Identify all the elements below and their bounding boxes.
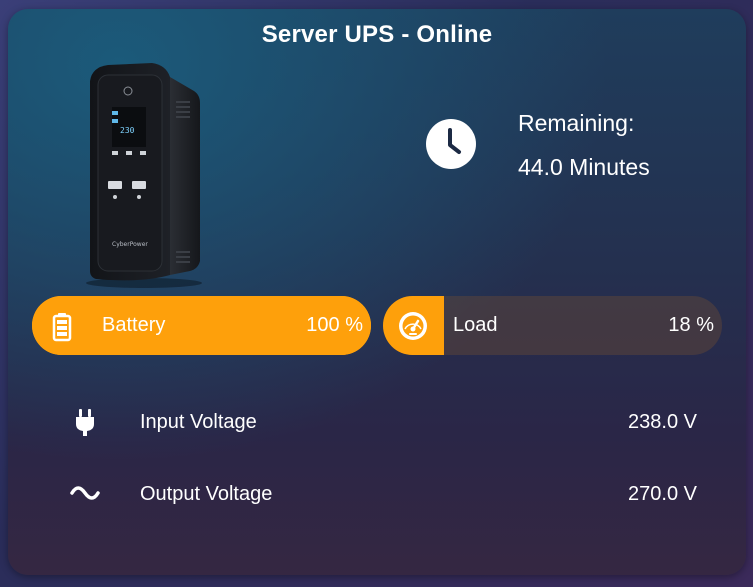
remaining-label: Remaining: xyxy=(518,110,635,136)
load-bar[interactable]: Load 18 % xyxy=(383,296,722,355)
gauge-icon xyxy=(399,312,427,340)
battery-label: Battery xyxy=(102,314,166,336)
battery-icon xyxy=(52,313,72,342)
output-voltage-value: 270.0 V xyxy=(628,483,697,505)
battery-value: 100 % xyxy=(306,314,363,336)
load-value: 18 % xyxy=(668,314,714,336)
ups-display-text: 230 xyxy=(120,126,135,135)
ups-device-image: 230 CyberPower xyxy=(86,63,202,288)
clock-icon xyxy=(426,119,476,169)
card-title: Server UPS - Online xyxy=(261,21,493,48)
ups-brand-text: CyberPower xyxy=(112,241,148,248)
load-label: Load xyxy=(453,314,498,336)
ups-card: Server UPS - Online 230 CyberPower Remai… xyxy=(8,9,746,575)
sine-wave-icon xyxy=(70,486,100,500)
battery-bar[interactable]: Battery 100 % xyxy=(32,296,371,355)
power-plug-icon xyxy=(76,409,94,436)
input-voltage-value: 238.0 V xyxy=(628,411,697,433)
input-voltage-label: Input Voltage xyxy=(140,411,257,433)
output-voltage-label: Output Voltage xyxy=(140,483,273,505)
remaining-value: 44.0 Minutes xyxy=(518,154,650,180)
